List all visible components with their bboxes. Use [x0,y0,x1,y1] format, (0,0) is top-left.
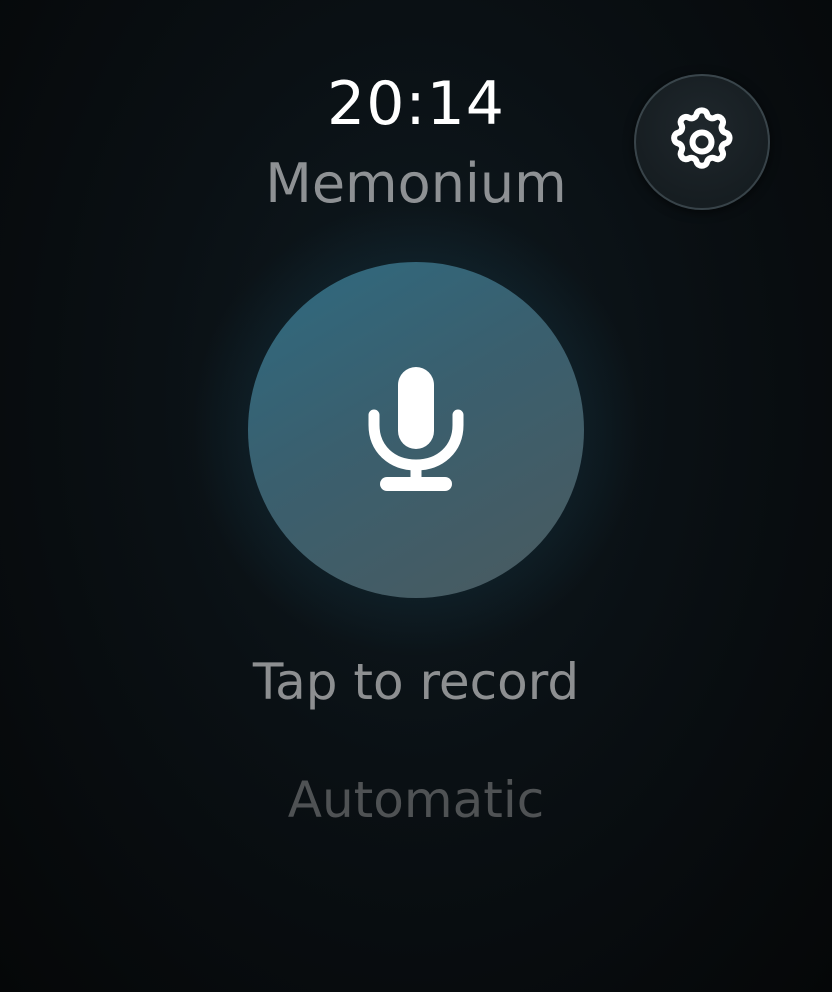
tap-to-record-label: Tap to record [252,653,580,711]
record-button[interactable] [248,262,584,598]
recording-mode-label[interactable]: Automatic [0,768,832,832]
gear-icon [671,107,733,169]
watch-screen: 20:14 Memonium Tap to record Automatic [0,0,832,992]
settings-button[interactable] [634,74,770,210]
microphone-icon [368,367,464,491]
